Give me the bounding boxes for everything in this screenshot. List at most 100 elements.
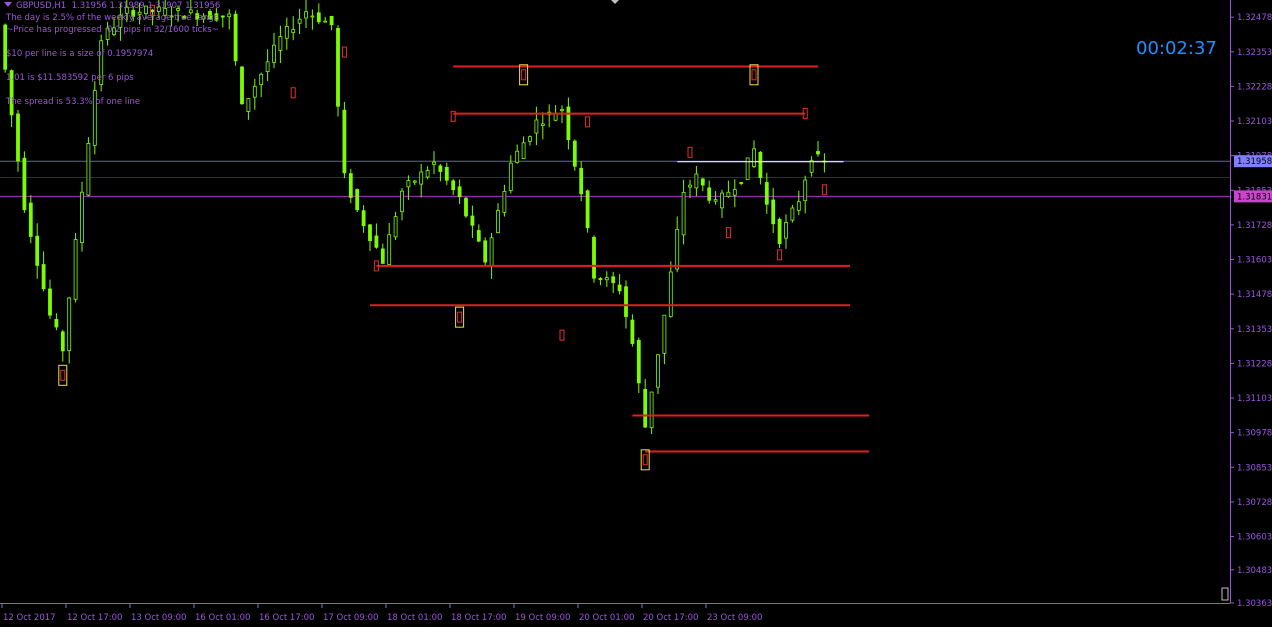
candle-body [368, 224, 372, 242]
candle [41, 251, 46, 292]
candle-body [284, 26, 289, 39]
candle [547, 104, 552, 128]
candle-body [259, 73, 264, 86]
candle [790, 204, 795, 223]
candle-body [515, 150, 520, 163]
candle-body [387, 234, 392, 265]
price-tick-label: 1.32353 [1237, 48, 1272, 58]
swing-marker [751, 69, 757, 81]
candle [438, 164, 443, 182]
candle [336, 25, 340, 117]
candle [604, 271, 609, 287]
candle [592, 235, 596, 283]
candle [387, 222, 392, 265]
candle [489, 232, 494, 279]
candle [361, 205, 366, 233]
candle-body [739, 182, 744, 184]
candle-body [67, 297, 72, 352]
candle-body [528, 136, 532, 142]
menu-triangle-icon[interactable] [4, 2, 12, 7]
candle-body [496, 210, 500, 234]
candle-body [272, 44, 276, 63]
candle [252, 78, 257, 110]
candle-body [400, 190, 404, 213]
candle [566, 97, 571, 150]
candle [457, 179, 462, 205]
candle [240, 65, 244, 105]
candle [272, 32, 276, 69]
candle [611, 271, 616, 293]
candle [630, 314, 635, 347]
candle [585, 189, 590, 233]
candle [720, 189, 724, 218]
candle-body [233, 13, 238, 62]
candle [22, 151, 27, 213]
candle [739, 182, 744, 186]
candle-body [73, 239, 78, 300]
candle [451, 179, 456, 196]
candle [86, 137, 91, 197]
candle [745, 157, 750, 180]
tick-progress-text: ~Price has progressed 0.2 pips in 32/160… [6, 25, 219, 35]
candle-body [246, 98, 251, 112]
candle [483, 237, 488, 266]
candle [380, 243, 385, 264]
candle-body [406, 180, 411, 188]
candle-body [304, 11, 308, 19]
candle [521, 136, 526, 159]
candle-body [598, 278, 603, 280]
candle [502, 184, 507, 217]
candle-body [752, 148, 756, 167]
candle-body [745, 157, 750, 180]
time-tick-label: 18 Oct 01:00 [387, 613, 442, 623]
candle-body [771, 199, 776, 225]
support-resistance-layer [370, 65, 870, 453]
candle-body [323, 20, 328, 23]
chart-shift-marker-icon[interactable] [611, 0, 619, 4]
candle [355, 188, 360, 213]
time-tick-label: 19 Oct 09:00 [515, 613, 570, 623]
candle [348, 168, 353, 204]
candle-body [348, 173, 353, 198]
scroll-end-icon[interactable] [1221, 587, 1229, 601]
time-tick-label: 12 Oct 2017 [3, 613, 56, 623]
swing-marker [290, 87, 296, 99]
candle [425, 166, 430, 180]
candle-body [336, 28, 340, 107]
candle-body [316, 12, 321, 23]
line-size-text: $10 per line is a size of 0.1957974 [6, 49, 154, 59]
candle-body [291, 29, 296, 33]
candle-body [816, 151, 820, 155]
candle-body [803, 179, 808, 202]
price-tick-label: 1.31603 [1237, 256, 1272, 266]
candle-body [611, 276, 616, 284]
candle-body [713, 199, 718, 202]
candle [291, 16, 296, 41]
candle [598, 277, 603, 286]
candle [707, 180, 712, 204]
swing-marker [821, 184, 827, 196]
swing-marker [687, 146, 693, 158]
candle [432, 151, 436, 175]
candle [515, 144, 520, 164]
candle-body [393, 216, 398, 238]
candle [809, 156, 814, 177]
price-tick-label: 1.32478 [1237, 13, 1272, 23]
candle [329, 15, 334, 31]
candle-body [438, 165, 443, 172]
candle [668, 261, 673, 318]
price-tick-label: 1.30603 [1237, 533, 1272, 543]
candle-body [41, 264, 46, 290]
candle [48, 279, 52, 320]
candle [617, 274, 622, 295]
candle-body [432, 161, 436, 165]
candle-body [688, 184, 692, 188]
atr-info-text: The day is 2.5% of the weekly average tr… [6, 13, 219, 23]
candle [752, 140, 756, 169]
price-chart[interactable]: 1.324781.323531.322281.321031.319781.318… [0, 0, 1272, 627]
candle [60, 329, 65, 362]
candle [342, 101, 347, 179]
candle [649, 391, 654, 434]
symbol-ohlc-text: GBPUSD,H1 1.31956 1.31989 1.31907 1.3195… [16, 1, 221, 11]
candle-body [572, 140, 577, 167]
